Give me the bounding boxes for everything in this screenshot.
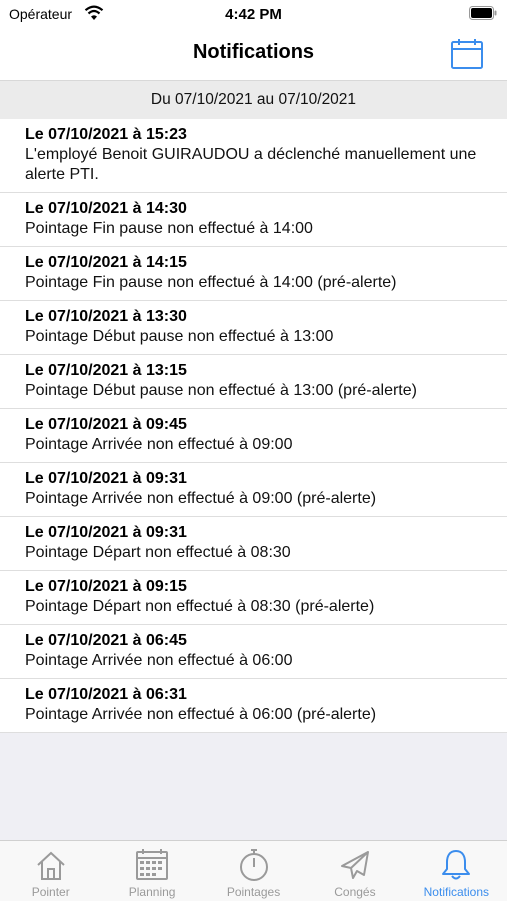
house-icon xyxy=(37,851,65,880)
notification-date: Le 07/10/2021 à 13:15 xyxy=(25,362,187,379)
notification-date: Le 07/10/2021 à 14:15 xyxy=(25,254,187,271)
tab-notifications[interactable]: Notifications xyxy=(406,841,507,901)
date-range-header: Du 07/10/2021 au 07/10/2021 xyxy=(0,81,507,120)
list-item[interactable]: Le 07/10/2021 à 13:15 Pointage Début pau… xyxy=(0,355,507,409)
notification-date: Le 07/10/2021 à 09:45 xyxy=(25,416,187,433)
tab-conges[interactable]: Congés xyxy=(304,841,405,901)
notification-text: Pointage Fin pause non effectué à 14:00 xyxy=(25,220,313,237)
list-item[interactable]: Le 07/10/2021 à 09:15 Pointage Départ no… xyxy=(0,571,507,625)
list-item[interactable]: Le 07/10/2021 à 09:31 Pointage Départ no… xyxy=(0,517,507,571)
tab-pointages[interactable]: Pointages xyxy=(203,841,304,901)
list-item[interactable]: Le 07/10/2021 à 09:45 Pointage Arrivée n… xyxy=(0,409,507,463)
calendar-button[interactable] xyxy=(449,36,485,72)
notification-date: Le 07/10/2021 à 13:30 xyxy=(25,308,187,325)
notification-date: Le 07/10/2021 à 15:23 xyxy=(25,126,187,143)
calendar-grid-icon xyxy=(136,849,169,880)
notification-text: Pointage Fin pause non effectué à 14:00 … xyxy=(25,274,397,291)
stopwatch-icon xyxy=(239,849,268,881)
notification-text: Pointage Arrivée non effectué à 09:00 xyxy=(25,436,293,453)
page-title: Notifications xyxy=(192,41,315,63)
list-item[interactable]: Le 07/10/2021 à 09:31 Pointage Arrivée n… xyxy=(0,463,507,517)
tab-bar: Pointer Planning Pointages Congés Notifi… xyxy=(0,840,507,901)
notification-text: Pointage Départ non effectué à 08:30 (pr… xyxy=(25,598,375,615)
tab-label: Notifications xyxy=(423,885,490,899)
notification-text: L'employé Benoit GUIRAUDOU a déclenché m… xyxy=(25,146,477,183)
notification-text: Pointage Arrivée non effectué à 06:00 (p… xyxy=(25,706,377,723)
notification-text: Pointage Arrivée non effectué à 06:00 xyxy=(25,652,293,669)
notification-text: Pointage Début pause non effectué à 13:0… xyxy=(25,382,417,399)
list-item[interactable]: Le 07/10/2021 à 14:30 Pointage Fin pause… xyxy=(0,193,507,247)
battery-icon xyxy=(469,6,497,20)
status-bar: Opérateur 4:42 PM xyxy=(0,0,507,28)
notification-text: Pointage Départ non effectué à 08:30 xyxy=(25,544,291,561)
notification-date: Le 07/10/2021 à 09:15 xyxy=(25,578,187,595)
notification-text: Pointage Début pause non effectué à 13:0… xyxy=(25,328,334,345)
list-item[interactable]: Le 07/10/2021 à 06:31 Pointage Arrivée n… xyxy=(0,679,507,733)
notification-date: Le 07/10/2021 à 06:45 xyxy=(25,632,187,649)
list-item[interactable]: Le 07/10/2021 à 14:15 Pointage Fin pause… xyxy=(0,247,507,301)
tab-planning[interactable]: Planning xyxy=(101,841,202,901)
tab-pointer[interactable]: Pointer xyxy=(0,841,101,901)
tab-label: Pointer xyxy=(31,885,70,899)
list-item[interactable]: Le 07/10/2021 à 06:45 Pointage Arrivée n… xyxy=(0,625,507,679)
notification-text: Pointage Arrivée non effectué à 09:00 (p… xyxy=(25,490,377,507)
list-item[interactable]: Le 07/10/2021 à 15:23 L'employé Benoit G… xyxy=(0,119,507,193)
tab-label: Pointages xyxy=(226,885,281,899)
tab-label: Planning xyxy=(128,885,176,899)
notification-date: Le 07/10/2021 à 14:30 xyxy=(25,200,187,217)
status-time: 4:42 PM xyxy=(225,6,282,23)
notification-date: Le 07/10/2021 à 06:31 xyxy=(25,686,187,703)
notification-date: Le 07/10/2021 à 09:31 xyxy=(25,470,187,487)
calendar-icon xyxy=(451,39,483,69)
bell-icon xyxy=(442,850,471,880)
airplane-icon xyxy=(340,851,369,879)
list-item[interactable]: Le 07/10/2021 à 13:30 Pointage Début pau… xyxy=(0,301,507,355)
notification-date: Le 07/10/2021 à 09:31 xyxy=(25,524,187,541)
tab-label: Congés xyxy=(334,885,376,899)
notification-list: Le 07/10/2021 à 15:23 L'employé Benoit G… xyxy=(0,119,507,733)
navigation-bar: Notifications xyxy=(0,28,507,81)
